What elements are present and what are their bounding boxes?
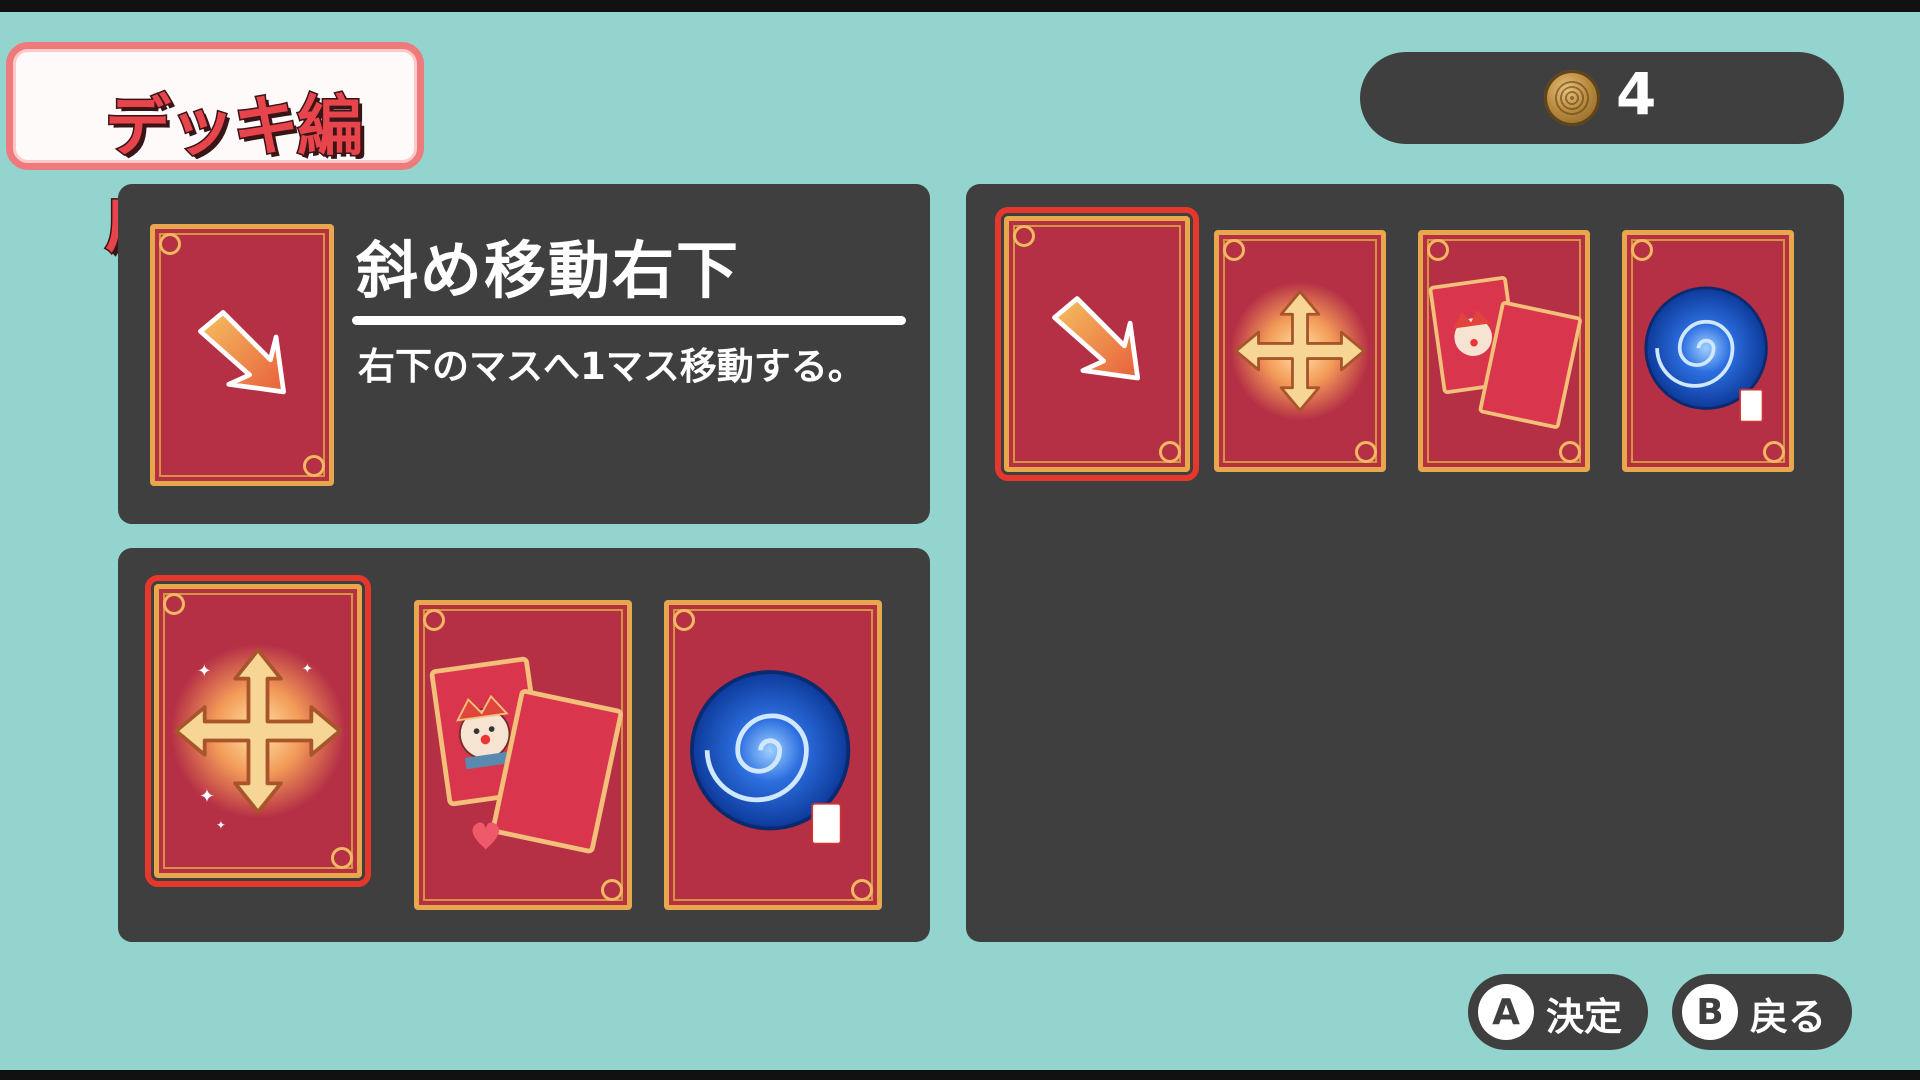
- confirm-button[interactable]: A 決定: [1468, 974, 1648, 1050]
- diagonal-arrow-down-right-icon: [1052, 296, 1141, 381]
- confirm-label: 決定: [1546, 995, 1623, 1039]
- detail-card: [150, 224, 334, 486]
- diagonal-arrow-down-right-icon: [198, 310, 286, 395]
- svg-text:✦: ✦: [216, 818, 226, 832]
- blue-vortex-icon: [1644, 286, 1768, 423]
- four-way-arrows-icon: [1230, 281, 1370, 421]
- back-button[interactable]: B 戻る: [1672, 974, 1852, 1050]
- deck-panel: [966, 184, 1844, 942]
- card-detail-panel: 斜め移動右下 右下のマスへ1マス移動する。: [118, 184, 930, 524]
- coin-count: 4: [1616, 60, 1657, 128]
- deck-card-2[interactable]: [1214, 230, 1386, 472]
- coin-counter: 4: [1360, 52, 1844, 144]
- svg-text:✦: ✦: [199, 785, 215, 807]
- deck-card-1[interactable]: [995, 207, 1199, 481]
- hand-card-3[interactable]: [664, 600, 882, 910]
- svg-text:✦: ✦: [197, 662, 211, 682]
- a-button-icon: A: [1478, 984, 1534, 1040]
- b-button-icon: B: [1682, 984, 1738, 1040]
- game-screen: デッキ編成 4 斜め移動右下 右下のマスへ1マス移動する。: [0, 12, 1920, 1070]
- title-banner: デッキ編成: [6, 42, 424, 263]
- coin-icon: [1544, 70, 1600, 126]
- svg-text:✦: ✦: [302, 662, 313, 677]
- joker-cards-icon: [1428, 276, 1582, 429]
- card-description: 右下のマスへ1マス移動する。: [358, 345, 865, 388]
- hand-card-1[interactable]: ✦ ✦ ✦ ✦: [145, 575, 371, 887]
- deck-card-3[interactable]: [1418, 230, 1590, 472]
- four-way-arrows-icon: ✦ ✦ ✦ ✦: [170, 643, 346, 832]
- card-name: 斜め移動右下: [356, 234, 741, 307]
- hand-card-2[interactable]: [414, 600, 632, 910]
- back-label: 戻る: [1750, 995, 1827, 1039]
- joker-cards-icon: [429, 656, 624, 854]
- hand-panel: ✦ ✦ ✦ ✦: [118, 548, 930, 942]
- deck-card-4[interactable]: [1622, 230, 1794, 472]
- blue-vortex-icon: [689, 670, 851, 845]
- name-divider: [352, 316, 906, 325]
